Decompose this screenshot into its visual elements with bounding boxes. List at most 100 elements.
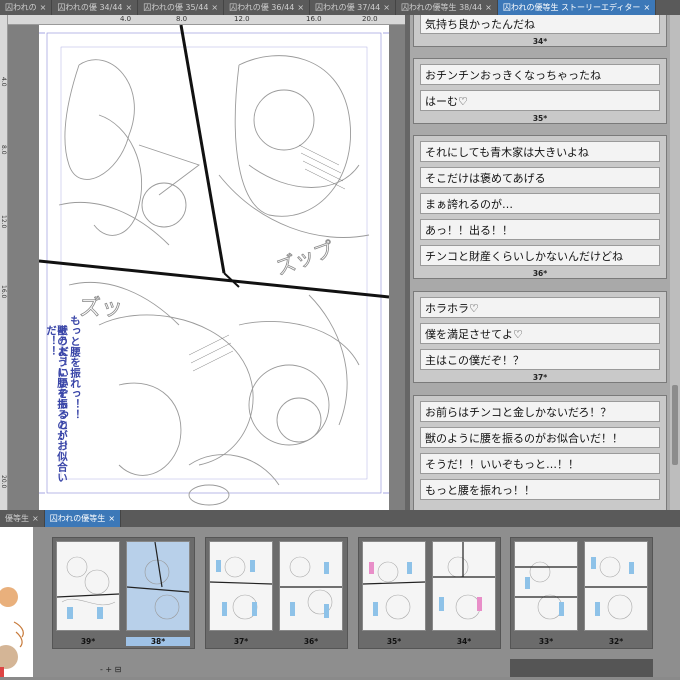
page-number: 33* [538, 637, 554, 646]
tab-label: 囚われの優 34/44 [57, 3, 123, 12]
dialogue-text: 獣のように腰を振るのがお似合いだ！！ [45, 325, 68, 483]
page-number: 32* [608, 637, 624, 646]
page-number: 38* [126, 637, 190, 646]
story-editor-tab[interactable]: 囚われの優等生 ストーリーエディター × [497, 0, 657, 15]
page-manager-tab[interactable]: 囚われの優等生 × [44, 510, 122, 527]
tab-label: 囚われの優 36/44 [229, 3, 295, 12]
ruler-mark: 8.0 [0, 145, 7, 155]
document-tab[interactable]: 囚われの優 36/44 × [224, 0, 311, 15]
page-manager-tab-bar: 優等生 × 囚われの優等生 × [0, 510, 680, 527]
ruler-mark: 12.0 [234, 15, 250, 23]
zoom-controls[interactable]: - + ⊟ [100, 665, 121, 674]
page-number: 37* [233, 637, 249, 646]
thumbnail-sketch [126, 541, 190, 620]
page-number: 36* [303, 637, 319, 646]
navigator-preview [0, 527, 33, 677]
sfx-text: ズッ [79, 296, 123, 321]
page-thumbnail[interactable] [56, 541, 120, 631]
dialogue-line[interactable]: あっ！！出る！！ [420, 219, 660, 240]
close-icon[interactable]: × [383, 3, 390, 12]
dialogue-line[interactable]: おチンチンおっきくなっちゃったね [420, 64, 660, 85]
dialogue-line[interactable]: 僕を満足させてよ♡ [420, 323, 660, 344]
preview-artwork [0, 587, 24, 677]
document-tab[interactable]: 囚われの優 34/44 × [52, 0, 139, 15]
page-number: 35* [386, 637, 402, 646]
sketch-artwork: ズッ ズップ [38, 25, 390, 506]
page-number: 34* [456, 637, 472, 646]
dialogue-line[interactable]: チンコと財産くらいしかないんだけどね [420, 245, 660, 266]
page-spread: 39* 38* [52, 537, 195, 649]
dialogue-line[interactable]: もっと腰を振れっ！！ [420, 479, 660, 500]
document-tab-bar: 囚われの × 囚われの優 34/44 × 囚われの優 35/44 × 囚われの優 36… [0, 0, 680, 15]
dialogue-line[interactable]: 獣のように腰を振るのがお似合いだ！！ [420, 427, 660, 448]
page-group-36: それにしても青木家は大きいよね そこだけは褒めてあげる まぁ誇れるのが… あっ！… [413, 135, 667, 279]
ruler-mark: 16.0 [306, 15, 322, 23]
ruler-mark: 20.0 [362, 15, 378, 23]
tab-label: 囚われの優 35/44 [143, 3, 209, 12]
close-icon[interactable]: × [108, 514, 115, 523]
thumbnail-sketch [585, 556, 647, 620]
page-group-38: お前らはチンコと金しかないだろ！？ 獣のように腰を振るのがお似合いだ！！ そうだ… [413, 395, 667, 510]
close-icon[interactable]: × [40, 3, 47, 12]
page-manager-tab[interactable]: 優等生 × [0, 510, 45, 527]
tab-label: 囚われの優等生 ストーリーエディター [502, 3, 641, 12]
manga-page[interactable]: ズッ ズップ もっと腰を振れっ！！ そうだ！いいぞもっと…！ 獣のように腰を振る… [38, 25, 390, 510]
tab-label: 囚われの優 37/44 [315, 3, 381, 12]
ruler-mark: 20.0 [0, 475, 7, 489]
vertical-ruler: 4.0 8.0 12.0 16.0 20.0 [0, 15, 8, 510]
page-thumbnail[interactable] [209, 541, 273, 631]
page-manager: 39* 38* 37* 36* 35* 34* 33* 32* [0, 527, 680, 677]
thumbnail-sketch [280, 556, 342, 618]
scrollbar-thumb[interactable] [672, 385, 678, 465]
page-spread [510, 659, 653, 677]
thumbnail-sketch [209, 556, 273, 620]
page-spread: 35* 34* [358, 537, 501, 649]
document-tab[interactable]: 囚われの優等生 38/44 × [396, 0, 498, 15]
document-tab[interactable]: 囚われの優 35/44 × [138, 0, 225, 15]
page-thumbnail[interactable] [362, 541, 426, 631]
close-icon[interactable]: × [32, 514, 39, 523]
close-icon[interactable]: × [297, 3, 304, 12]
document-tab[interactable]: 囚われの優 37/44 × [310, 0, 396, 15]
dialogue-line[interactable]: ホラホラ♡ [420, 297, 660, 318]
page-thumbnail[interactable] [279, 541, 343, 631]
tab-label: 囚われの優等生 [49, 514, 106, 523]
thumbnail-sketch [515, 561, 577, 620]
close-icon[interactable]: × [643, 3, 650, 12]
ruler-mark: 12.0 [0, 215, 7, 229]
story-editor-scrollbar[interactable] [670, 15, 680, 510]
dialogue-line[interactable]: お前らはチンコと金しかないだろ！？ [420, 401, 660, 422]
page-thumbnail[interactable] [514, 541, 578, 631]
page-thumbnail[interactable] [432, 541, 496, 631]
horizontal-ruler: 4.0 8.0 12.0 16.0 20.0 [8, 15, 405, 25]
sfx-text: ズップ [273, 237, 338, 280]
tab-label: 囚われの [5, 3, 37, 12]
dialogue-line[interactable]: そこだけは褒めてあげる [420, 167, 660, 188]
dialogue-line[interactable]: はーむ♡ [420, 90, 660, 111]
dialogue-line[interactable]: まぁ誇れるのが… [420, 193, 660, 214]
close-icon[interactable]: × [211, 3, 218, 12]
dialogue-line[interactable]: それにしても青木家は大きいよね [420, 141, 660, 162]
tab-label: 囚われの優等生 38/44 [400, 3, 483, 12]
page-thumbnail-selected[interactable] [126, 541, 190, 631]
page-manager-toolbar: - + ⊟ [0, 665, 160, 677]
tab-label: 優等生 [5, 514, 29, 523]
page-thumbnail[interactable] [584, 541, 648, 631]
page-number: 37* [532, 373, 548, 382]
manga-canvas[interactable]: ズッ ズップ もっと腰を振れっ！！ そうだ！いいぞもっと…！ 獣のように腰を振る… [8, 25, 405, 510]
page-number: 39* [80, 637, 96, 646]
document-tab[interactable]: 囚われの × [0, 0, 53, 15]
page-group-37: ホラホラ♡ 僕を満足させてよ♡ 主はこの僕だぞ！？ 37* [413, 291, 667, 383]
close-icon[interactable]: × [485, 3, 492, 12]
page-spread: 37* 36* [205, 537, 348, 649]
dialogue-line[interactable]: そうだ！！いいぞもっと…！！ [420, 453, 660, 474]
close-icon[interactable]: × [126, 3, 133, 12]
ruler-mark: 4.0 [0, 77, 7, 87]
dialogue-line[interactable]: 気持ち良かったんだね [420, 15, 660, 34]
thumbnail-sketch [433, 542, 495, 620]
page-group-34: 気持ち良かったんだね 34* [413, 15, 667, 47]
ruler-mark: 4.0 [120, 15, 132, 23]
thumbnail-sketch [362, 561, 426, 620]
dialogue-line[interactable]: 主はこの僕だぞ！？ [420, 349, 660, 370]
story-editor-panel: 気持ち良かったんだね 34* おチンチンおっきくなっちゃったね はーむ♡ 35*… [410, 15, 670, 510]
